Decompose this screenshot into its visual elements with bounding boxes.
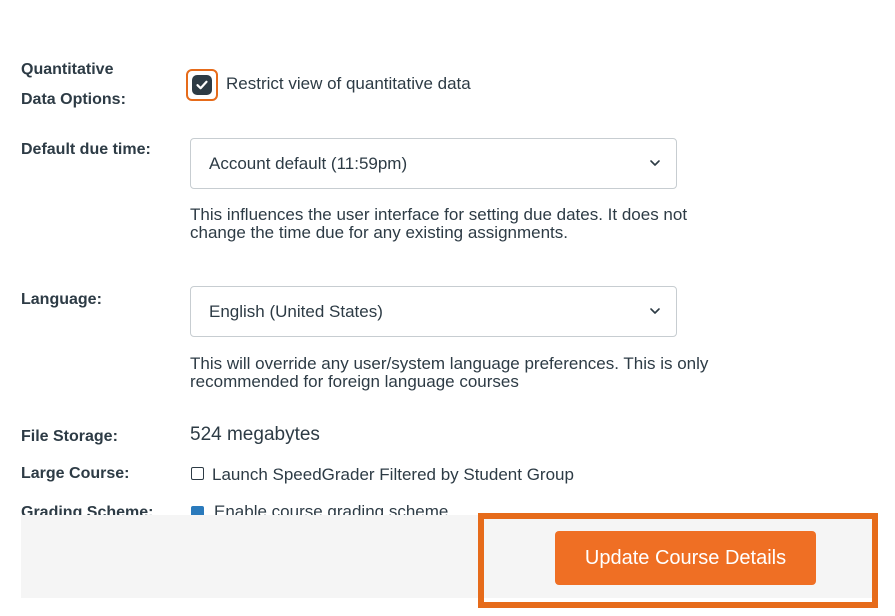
- grading-scheme-row: Grading Scheme: Enable course grading sc…: [0, 490, 895, 515]
- large-course-checkbox[interactable]: [191, 467, 204, 480]
- file-storage-label: File Storage:: [21, 428, 118, 445]
- default-due-time-value: Account default (11:59pm): [209, 153, 408, 173]
- quantitative-data-options-label: Quantitative Data Options:: [21, 57, 126, 113]
- language-help-line1: This will override any user/system langu…: [190, 354, 709, 373]
- default-due-time-label: Default due time:: [21, 141, 151, 158]
- restrict-quantitative-label[interactable]: Restrict view of quantitative data: [226, 74, 471, 94]
- large-course-checkbox-label[interactable]: Launch SpeedGrader Filtered by Student G…: [212, 465, 574, 485]
- quantitative-label-line1: Quantitative: [21, 61, 114, 78]
- due-time-help-line1: This influences the user interface for s…: [190, 205, 688, 224]
- language-select[interactable]: English (United States): [190, 286, 677, 337]
- due-time-help-line2: change the time due for any existing ass…: [190, 223, 568, 242]
- language-value: English (United States): [209, 301, 383, 321]
- language-help-text: This will override any user/system langu…: [190, 355, 830, 391]
- quantitative-label-line2: Data Options:: [21, 91, 126, 108]
- checkmark-icon: [196, 80, 208, 90]
- language-help-line2: recommended for foreign language courses: [190, 372, 519, 391]
- default-due-time-select[interactable]: Account default (11:59pm): [190, 138, 677, 189]
- grading-scheme-checkbox[interactable]: [191, 506, 204, 515]
- grading-scheme-label: Grading Scheme:: [21, 504, 154, 515]
- chevron-down-icon: [650, 308, 660, 314]
- update-course-details-button[interactable]: Update Course Details: [555, 531, 816, 585]
- chevron-down-icon: [650, 160, 660, 166]
- restrict-quantitative-checkbox[interactable]: [192, 75, 212, 95]
- large-course-label: Large Course:: [21, 465, 130, 482]
- language-label: Language:: [21, 291, 102, 308]
- due-time-help-text: This influences the user interface for s…: [190, 206, 830, 242]
- grading-scheme-checkbox-label[interactable]: Enable course grading scheme: [214, 502, 448, 515]
- file-storage-value: 524 megabytes: [190, 424, 320, 445]
